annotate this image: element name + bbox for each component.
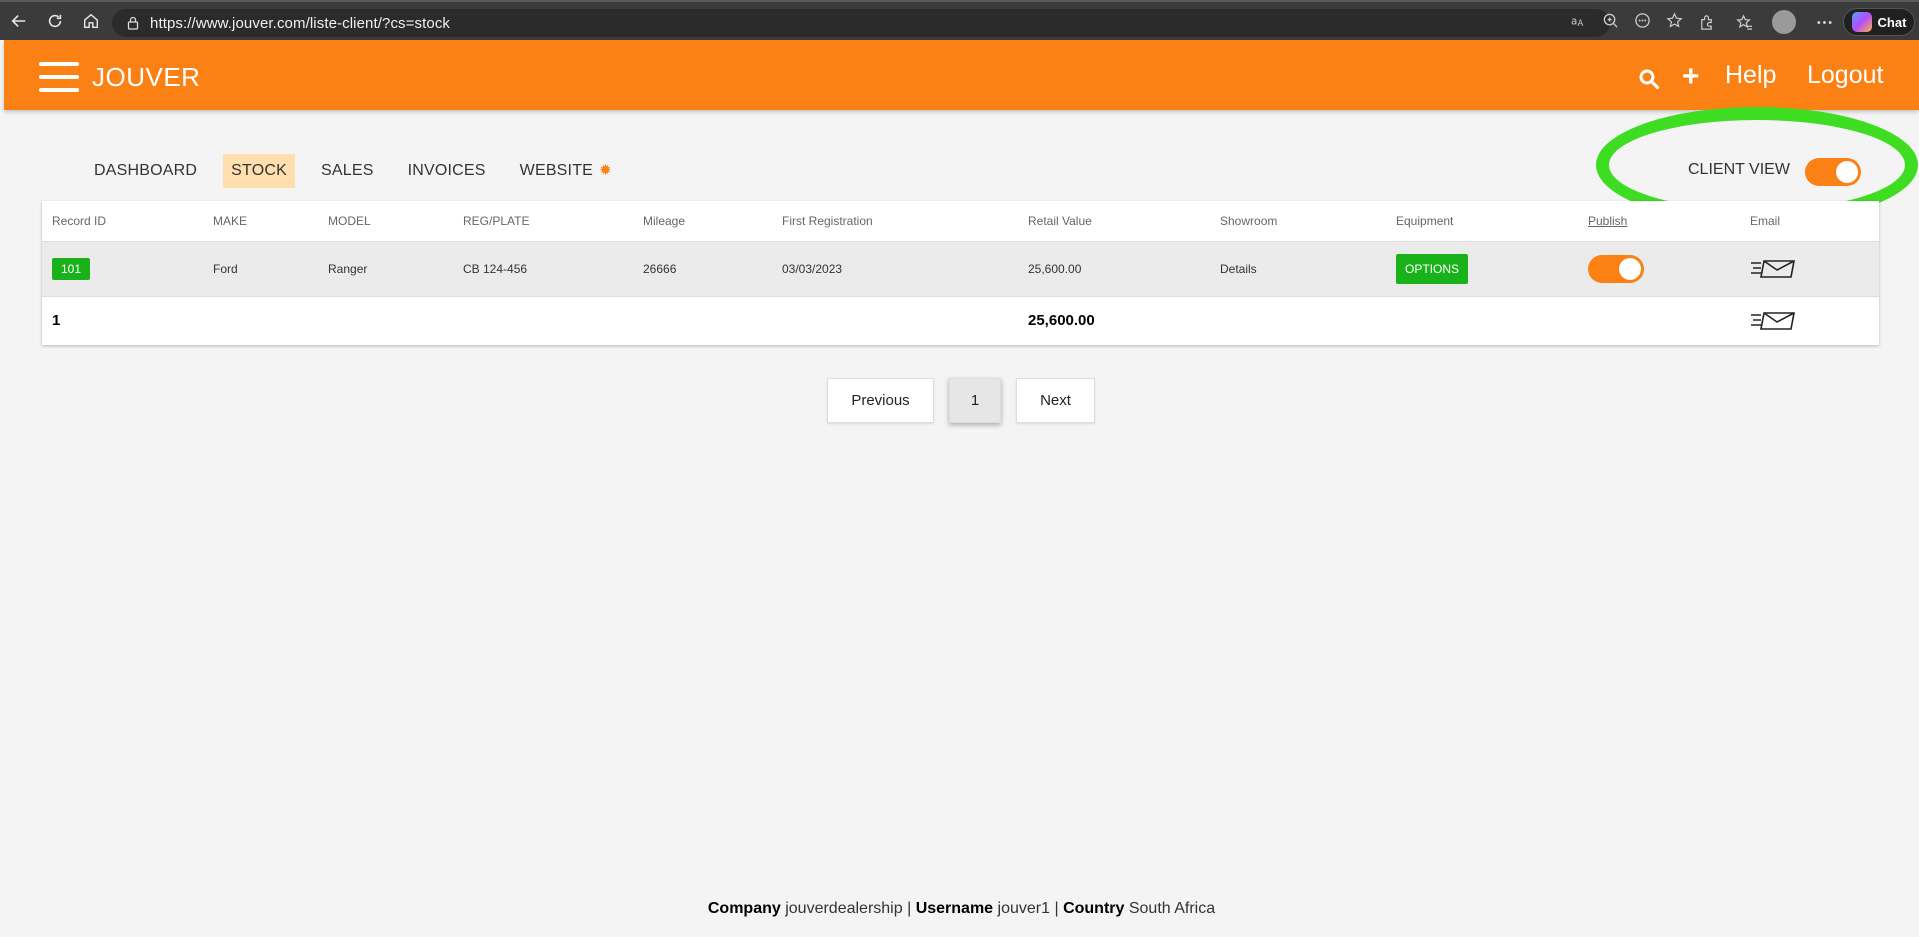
lock-icon [127,16,139,30]
table-row: 101 Ford Ranger CB 124-456 26666 03/03/2… [42,241,1879,297]
totals-row: 1 25,600.00 [42,296,1879,345]
col-publish[interactable]: Publish [1578,201,1740,242]
tab-stock[interactable]: STOCK [223,153,295,188]
profile-avatar[interactable] [1772,10,1796,34]
copilot-chat-button[interactable]: Chat [1843,8,1915,36]
more-icon[interactable] [1814,12,1834,32]
showroom-details-link[interactable]: Details [1210,241,1386,297]
tab-sales[interactable]: SALES [313,154,382,188]
previous-page-button[interactable]: Previous [827,378,934,423]
first-registration-cell: 03/03/2023 [772,241,1018,297]
svg-text:a: a [1570,15,1576,27]
tab-dashboard[interactable]: DASHBOARD [86,154,205,188]
favorites-icon[interactable] [1734,12,1754,32]
retail-value-cell: 25,600.00 [1018,241,1210,297]
svg-text:A: A [1577,19,1583,29]
footer-company-label: Company [707,900,781,917]
email-all-cell [1740,296,1879,345]
app-header: JOUVER + Help Logout [4,40,1919,110]
total-count-cell: 1 [52,312,61,330]
page-number-button[interactable]: 1 [949,378,1001,423]
footer-country-label: Country [1063,900,1125,917]
client-view-label: CLIENT VIEW [1688,161,1790,178]
url-text: https://www.jouver.com/liste-client/?cs=… [150,14,451,32]
email-envelope-icon[interactable] [1750,257,1879,281]
col-make: MAKE [203,201,318,242]
main-tabs: DASHBOARD STOCK SALES INVOICES WEBSITE ✹ [86,153,620,188]
stock-table: Record ID MAKE MODEL REG/PLATE Mileage F… [42,201,1879,345]
next-page-button[interactable]: Next [1016,378,1095,423]
extensions-icon[interactable] [1696,12,1716,32]
equipment-cell: OPTIONS [1386,241,1578,297]
home-icon[interactable] [74,4,108,38]
col-record-id: Record ID [42,201,203,242]
col-showroom: Showroom [1210,201,1386,242]
translate-icon[interactable]: aA [1568,10,1588,30]
col-reg-plate: REG/PLATE [453,201,633,242]
col-model: MODEL [318,201,453,242]
footer-info: Company jouverdealership | Username jouv… [4,900,1919,918]
col-retail-value: Retail Value [1018,201,1210,242]
record-id-badge[interactable]: 101 [52,257,91,280]
make-cell: Ford [203,241,318,297]
back-icon[interactable] [2,4,36,38]
col-mileage: Mileage [633,201,772,242]
reg-plate-cell: CB 124-456 [453,241,633,297]
footer-username: jouver1 [997,900,1050,917]
address-bar[interactable]: https://www.jouver.com/liste-client/?cs=… [112,9,1610,37]
logout-link[interactable]: Logout [1807,61,1883,90]
zoom-icon[interactable] [1600,10,1620,30]
tab-website[interactable]: WEBSITE ✹ [512,153,620,188]
col-equipment: Equipment [1386,201,1578,242]
search-icon[interactable] [1638,68,1660,90]
footer-company: jouverdealership [785,900,903,917]
favorite-star-icon[interactable] [1664,10,1684,30]
hamburger-menu-icon[interactable] [39,62,79,92]
reading-icon[interactable] [1632,10,1652,30]
record-id-cell: 101 [42,241,203,297]
publish-cell [1578,241,1740,297]
mileage-cell: 26666 [633,241,772,297]
help-link[interactable]: Help [1725,61,1776,90]
publish-toggle[interactable] [1588,254,1644,283]
tab-invoices[interactable]: INVOICES [400,154,494,188]
footer-username-label: Username [915,900,994,917]
model-cell: Ranger [318,241,453,297]
col-first-registration: First Registration [772,201,1018,242]
client-view-toggle[interactable] [1805,158,1861,186]
footer-separator: | [1054,900,1059,917]
total-retail-value-cell: 25,600.00 [1028,312,1095,330]
refresh-icon[interactable] [38,4,72,38]
gear-icon[interactable]: ✹ [599,162,612,179]
options-button[interactable]: OPTIONS [1396,253,1469,284]
footer-country: South Africa [1128,900,1216,917]
copilot-icon [1851,12,1872,32]
email-all-envelope-icon[interactable] [1750,309,1879,333]
email-cell [1740,241,1879,297]
brand-logo[interactable]: JOUVER [92,62,200,93]
table-header-row: Record ID MAKE MODEL REG/PLATE Mileage F… [42,201,1879,242]
app-frame: JOUVER + Help Logout DASHBOARD STOCK SAL… [4,40,1919,937]
tab-website-label: WEBSITE [519,162,594,179]
add-icon[interactable]: + [1682,62,1700,92]
col-email: Email [1740,201,1879,242]
pagination: Previous 1 Next [827,378,1095,423]
browser-toolbar: https://www.jouver.com/liste-client/?cs=… [0,0,1919,40]
footer-separator: | [907,900,912,917]
